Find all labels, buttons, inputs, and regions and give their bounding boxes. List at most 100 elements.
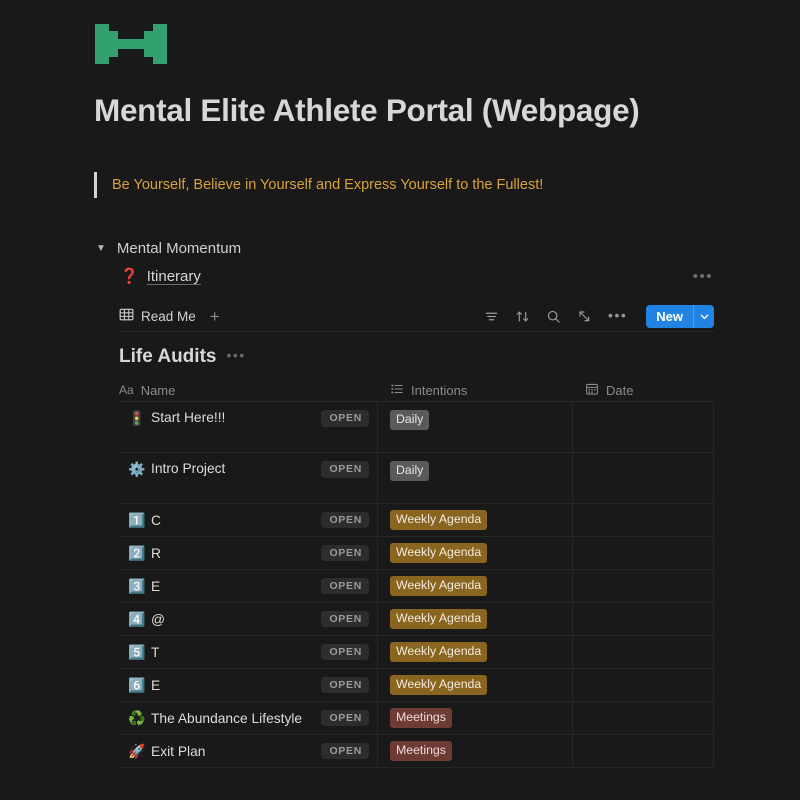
intention-tag: Weekly Agenda bbox=[390, 608, 488, 630]
table-row[interactable]: 1️⃣ C OPEN Weekly Agenda bbox=[119, 504, 714, 537]
number-four-emoji: 4️⃣ bbox=[128, 610, 146, 627]
open-button[interactable]: OPEN bbox=[321, 511, 369, 529]
intention-tag: Weekly Agenda bbox=[390, 641, 488, 663]
open-button[interactable]: OPEN bbox=[321, 544, 369, 562]
column-header-date[interactable]: Date bbox=[573, 379, 714, 401]
rocket-emoji: 🚀 bbox=[128, 742, 146, 759]
section-header: Life Audits ••• bbox=[119, 346, 246, 368]
intention-tag: Weekly Agenda bbox=[390, 674, 488, 696]
row-title-link[interactable]: Exit Plan bbox=[151, 744, 205, 759]
cell-intentions[interactable]: Meetings bbox=[378, 702, 573, 734]
row-title-link[interactable]: C bbox=[151, 513, 161, 528]
cell-intentions[interactable]: Daily bbox=[378, 453, 573, 503]
cell-intentions[interactable]: Weekly Agenda bbox=[378, 504, 573, 536]
intention-tag: Daily bbox=[390, 410, 430, 431]
more-icon[interactable]: ••• bbox=[608, 308, 627, 322]
row-title-link[interactable]: E bbox=[151, 579, 160, 594]
open-button[interactable]: OPEN bbox=[321, 577, 369, 595]
itinerary-more-icon[interactable]: ••• bbox=[693, 269, 713, 284]
table-row[interactable]: 3️⃣ E OPEN Weekly Agenda bbox=[119, 570, 714, 603]
row-title-link[interactable]: @ bbox=[151, 612, 165, 627]
sort-icon[interactable] bbox=[515, 309, 530, 324]
cell-date[interactable] bbox=[573, 504, 714, 536]
open-button[interactable]: OPEN bbox=[321, 676, 369, 694]
table-icon bbox=[119, 307, 134, 327]
itinerary-link[interactable]: Itinerary bbox=[147, 268, 201, 285]
cell-name: 4️⃣ @ OPEN bbox=[119, 603, 378, 635]
table-row[interactable]: 6️⃣ E OPEN Weekly Agenda bbox=[119, 669, 714, 702]
cell-intentions[interactable]: Meetings bbox=[378, 735, 573, 767]
cell-date[interactable] bbox=[573, 570, 714, 602]
row-title-link[interactable]: Start Here!!! bbox=[151, 410, 225, 425]
cell-date[interactable] bbox=[573, 603, 714, 635]
number-five-emoji: 5️⃣ bbox=[128, 643, 146, 660]
section-title: Life Audits bbox=[119, 346, 217, 367]
cell-date[interactable] bbox=[573, 702, 714, 734]
row-title-link[interactable]: R bbox=[151, 546, 161, 561]
database-toolbar: Read Me + ••• New bbox=[119, 302, 714, 332]
table-row[interactable]: 4️⃣ @ OPEN Weekly Agenda bbox=[119, 603, 714, 636]
row-title-link[interactable]: The Abundance Lifestyle bbox=[151, 711, 302, 726]
itinerary-row[interactable]: ❓ Itinerary ••• bbox=[120, 268, 713, 285]
cell-intentions[interactable]: Weekly Agenda bbox=[378, 603, 573, 635]
new-button-label: New bbox=[656, 309, 683, 324]
filter-icon[interactable] bbox=[484, 309, 499, 324]
new-button[interactable]: New bbox=[646, 305, 714, 328]
column-header-name[interactable]: Aa Name bbox=[119, 379, 378, 401]
expand-icon[interactable] bbox=[577, 309, 592, 324]
table-row[interactable]: 5️⃣ T OPEN Weekly Agenda bbox=[119, 636, 714, 669]
intention-tag: Meetings bbox=[390, 707, 452, 729]
cell-name: 5️⃣ T OPEN bbox=[119, 636, 378, 668]
chevron-down-icon[interactable] bbox=[693, 305, 714, 328]
intention-tag: Weekly Agenda bbox=[390, 542, 488, 564]
table-row[interactable]: 🚀 Exit Plan OPEN Meetings bbox=[119, 735, 714, 768]
gear-emoji: ⚙️ bbox=[128, 461, 146, 477]
cell-date[interactable] bbox=[573, 537, 714, 569]
view-tab-read-me[interactable]: Read Me bbox=[119, 307, 196, 327]
row-title-link[interactable]: Intro Project bbox=[151, 461, 225, 476]
triangle-down-icon[interactable]: ▼ bbox=[96, 243, 106, 254]
open-button[interactable]: OPEN bbox=[321, 410, 369, 427]
row-title-link[interactable]: E bbox=[151, 678, 160, 693]
row-title-link[interactable]: T bbox=[151, 645, 159, 660]
search-icon[interactable] bbox=[546, 309, 561, 324]
cell-intentions[interactable]: Weekly Agenda bbox=[378, 537, 573, 569]
quote-bar bbox=[94, 172, 97, 198]
column-label: Name bbox=[140, 382, 176, 398]
open-button[interactable]: OPEN bbox=[321, 461, 369, 478]
intention-tag: Meetings bbox=[390, 740, 452, 762]
quote-text: Be Yourself, Believe in Yourself and Exp… bbox=[112, 177, 544, 193]
cell-intentions[interactable]: Daily bbox=[378, 402, 573, 452]
cell-intentions[interactable]: Weekly Agenda bbox=[378, 669, 573, 701]
table-header-row: Aa Name Intentions Date bbox=[119, 379, 714, 402]
cell-date[interactable] bbox=[573, 402, 714, 452]
multiselect-icon bbox=[390, 382, 404, 399]
open-button[interactable]: OPEN bbox=[321, 643, 369, 661]
column-header-intentions[interactable]: Intentions bbox=[378, 379, 573, 401]
open-button[interactable]: OPEN bbox=[321, 742, 369, 760]
cell-intentions[interactable]: Weekly Agenda bbox=[378, 570, 573, 602]
open-button[interactable]: OPEN bbox=[321, 709, 369, 727]
dumbbell-logo-icon bbox=[95, 24, 167, 64]
intention-tag: Weekly Agenda bbox=[390, 509, 488, 531]
cell-name: 6️⃣ E OPEN bbox=[119, 669, 378, 701]
open-button[interactable]: OPEN bbox=[321, 610, 369, 628]
column-label: Date bbox=[606, 382, 634, 398]
toggle-mental-momentum[interactable]: ▼ Mental Momentum bbox=[96, 240, 241, 257]
intention-tag: Weekly Agenda bbox=[390, 575, 488, 597]
add-view-button[interactable]: + bbox=[210, 308, 220, 325]
table-row[interactable]: ♻️ The Abundance Lifestyle OPEN Meetings bbox=[119, 702, 714, 735]
cell-name: ⚙️ Intro Project OPEN bbox=[119, 453, 378, 503]
cell-date[interactable] bbox=[573, 669, 714, 701]
table-row[interactable]: ⚙️ Intro Project OPEN Daily bbox=[119, 453, 714, 504]
cell-date[interactable] bbox=[573, 636, 714, 668]
view-tab-label: Read Me bbox=[141, 309, 196, 324]
cell-date[interactable] bbox=[573, 735, 714, 767]
table-row[interactable]: 🚦 Start Here!!! OPEN Daily bbox=[119, 402, 714, 453]
cell-name: 🚦 Start Here!!! OPEN bbox=[119, 402, 378, 452]
section-more-icon[interactable]: ••• bbox=[226, 348, 245, 362]
table-row[interactable]: 2️⃣ R OPEN Weekly Agenda bbox=[119, 537, 714, 570]
cell-intentions[interactable]: Weekly Agenda bbox=[378, 636, 573, 668]
cell-date[interactable] bbox=[573, 453, 714, 503]
page-title: Mental Elite Athlete Portal (Webpage) bbox=[94, 92, 640, 128]
